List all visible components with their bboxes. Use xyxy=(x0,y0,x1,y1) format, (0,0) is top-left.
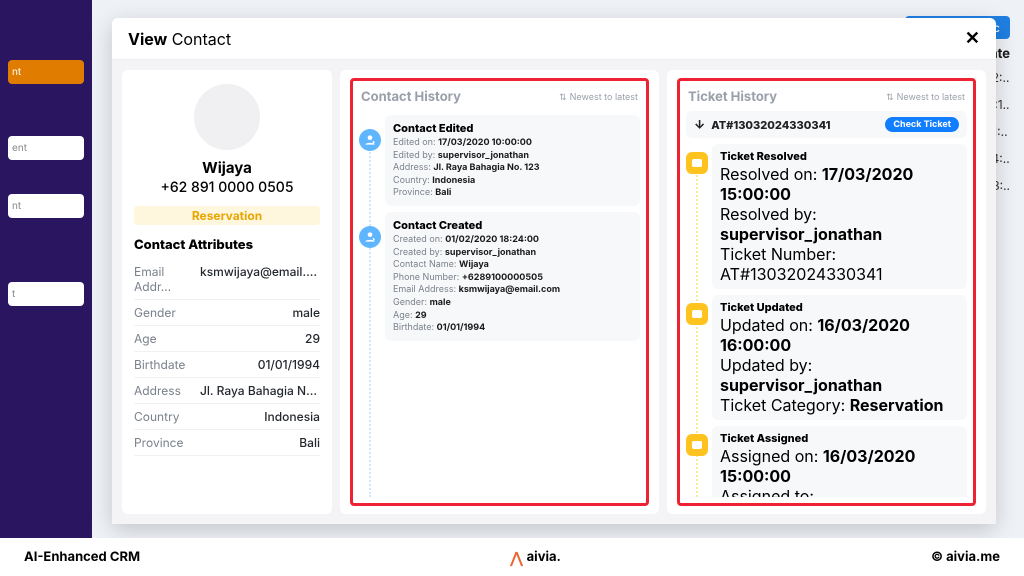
contact-profile-panel: Wijaya +62 891 0000 0505 Reservation Con… xyxy=(122,70,332,514)
sort-toggle[interactable]: ⇅Newest to latest xyxy=(559,92,638,103)
attribute-row: Age 29 xyxy=(134,326,320,352)
attribute-row: Country Indonesia xyxy=(134,404,320,430)
view-contact-modal: View Contact ✕ Wijaya +62 891 0000 0505 … xyxy=(112,18,996,524)
attribute-row: Birthdate 01/01/1994 xyxy=(134,352,320,378)
attribute-key: Country xyxy=(134,409,180,424)
sort-toggle[interactable]: ⇅Newest to latest xyxy=(886,92,965,103)
ticket-icon xyxy=(686,434,708,456)
sort-icon: ⇅ xyxy=(886,92,894,103)
attribute-row: Email Addr...ksmwijaya@email.com xyxy=(134,259,320,300)
attribute-key: Age xyxy=(134,331,157,346)
attribute-key: Address xyxy=(134,383,181,398)
brand-logo: ⋀aivia. xyxy=(510,548,561,567)
attribute-key: Province xyxy=(134,435,184,450)
sidebar-item[interactable]: ent xyxy=(8,136,84,160)
contact-history-timeline: Contact EditedEdited on: 17/03/2020 10:0… xyxy=(359,111,640,497)
attribute-value: ksmwijaya@email.com xyxy=(200,264,320,294)
person-sync-icon xyxy=(359,129,381,151)
attribute-value: 29 xyxy=(305,331,320,346)
contact-history-panel: Contact History ⇅Newest to latest Contac… xyxy=(340,70,659,514)
contact-name: Wijaya xyxy=(202,158,252,177)
contact-phone: +62 891 0000 0505 xyxy=(161,179,294,196)
footer-right: © aivia.me xyxy=(931,549,1000,565)
modal-header: View Contact ✕ xyxy=(112,18,996,60)
reservation-badge: Reservation xyxy=(134,206,320,225)
history-event: Contact EditedEdited on: 17/03/2020 10:0… xyxy=(385,115,640,206)
ticket-event: Ticket UpdatedUpdated on: 16/03/2020 16:… xyxy=(712,295,967,420)
avatar xyxy=(194,84,260,150)
footer-left: AI-Enhanced CRM xyxy=(24,549,140,565)
ticket-event: Ticket ResolvedResolved on: 17/03/2020 1… xyxy=(712,144,967,289)
attribute-value: male xyxy=(292,305,320,320)
attribute-key: Birthdate xyxy=(134,357,185,372)
history-event: Contact CreatedCreated on: 01/02/2020 18… xyxy=(385,212,640,341)
attribute-row: Province Bali xyxy=(134,430,320,456)
logo-icon: ⋀ xyxy=(510,548,522,567)
close-icon[interactable]: ✕ xyxy=(965,28,980,49)
sidebar-item[interactable]: nt xyxy=(8,60,84,84)
contact-history-title: Contact History xyxy=(361,89,461,105)
ticket-event: Ticket AssignedAssigned on: 16/03/2020 1… xyxy=(712,426,967,497)
attribute-key: Gender xyxy=(134,305,176,320)
attribute-value: Jl. Raya Bahagia No. 123 xyxy=(200,383,320,398)
ticket-events-timeline: Ticket ResolvedResolved on: 17/03/2020 1… xyxy=(686,144,967,497)
page-footer: AI-Enhanced CRM ⋀aivia. © aivia.me xyxy=(0,538,1024,576)
ticket-history-title: Ticket History xyxy=(688,89,777,105)
modal-title: View Contact xyxy=(128,29,231,49)
person-sync-icon xyxy=(359,226,381,248)
attribute-value: Indonesia xyxy=(264,409,320,424)
ticket-id: AT#13032024330341 xyxy=(711,118,830,132)
sidebar-item[interactable]: t xyxy=(8,282,84,306)
ticket-icon xyxy=(686,152,708,174)
ticket-row[interactable]: ↓ AT#13032024330341 Check Ticket xyxy=(686,111,967,138)
sidebar: nt ent nt t xyxy=(0,0,92,576)
ticket-history-panel: Ticket History ⇅Newest to latest ↓ AT#13… xyxy=(667,70,986,514)
ticket-link[interactable]: AT#13032024330341 xyxy=(720,264,882,284)
attribute-value: 01/01/1994 xyxy=(258,357,320,372)
ticket-icon xyxy=(686,303,708,325)
sort-icon: ⇅ xyxy=(559,92,567,103)
sidebar-item[interactable]: nt xyxy=(8,194,84,218)
attribute-row: Address Jl. Raya Bahagia No. 123 xyxy=(134,378,320,404)
expand-icon: ↓ xyxy=(694,117,705,132)
attribute-row: Gender male xyxy=(134,300,320,326)
attributes-heading: Contact Attributes xyxy=(134,237,320,253)
attribute-value: Bali xyxy=(299,435,320,450)
attribute-key: Email Addr... xyxy=(134,264,200,294)
check-ticket-button[interactable]: Check Ticket xyxy=(885,117,959,132)
